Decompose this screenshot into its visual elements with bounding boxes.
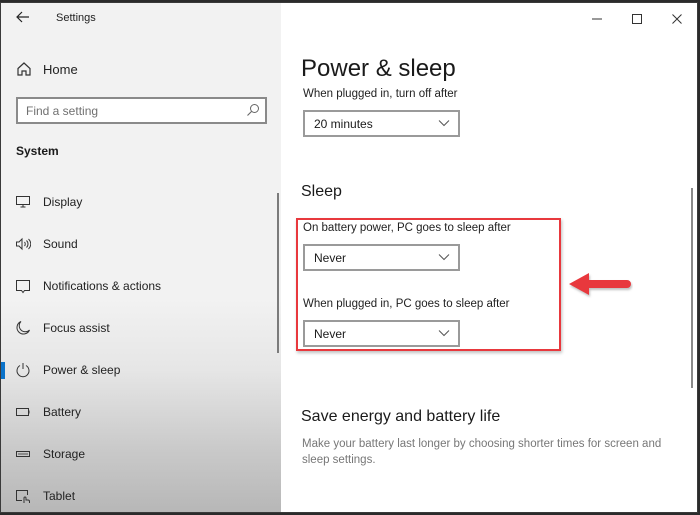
- tablet-icon: [16, 490, 30, 503]
- back-button[interactable]: [13, 9, 33, 29]
- sidebar-item-battery[interactable]: Battery: [1, 391, 281, 433]
- window-controls: [577, 3, 697, 35]
- sidebar-item-label: Notifications & actions: [43, 279, 162, 293]
- display-icon: [16, 196, 30, 208]
- home-label: Home: [43, 61, 78, 77]
- storage-icon: [16, 451, 30, 457]
- sidebar-item-label: Display: [43, 195, 83, 209]
- home-icon: [17, 62, 31, 76]
- sidebar: Settings Home System Display Sound Notif…: [1, 3, 281, 512]
- sidebar-item-storage[interactable]: Storage: [1, 433, 281, 475]
- screen-plugged-label: When plugged in, turn off after: [303, 88, 458, 100]
- save-energy-description: Make your battery last longer by choosin…: [302, 438, 662, 466]
- maximize-button[interactable]: [617, 3, 657, 35]
- sidebar-item-display[interactable]: Display: [1, 181, 281, 223]
- sidebar-item-tablet[interactable]: Tablet: [1, 475, 281, 512]
- power-icon: [16, 363, 30, 378]
- sidebar-item-label: Focus assist: [43, 321, 110, 335]
- annotation-arrow-icon: [569, 273, 631, 295]
- home-nav-item[interactable]: Home: [15, 60, 78, 78]
- sidebar-item-notifications[interactable]: Notifications & actions: [1, 265, 281, 307]
- sidebar-item-label: Sound: [43, 237, 78, 251]
- annotation-highlight-box: [296, 218, 561, 351]
- chevron-down-icon: [438, 120, 450, 127]
- sidebar-item-sound[interactable]: Sound: [1, 223, 281, 265]
- sidebar-item-label: Storage: [43, 447, 86, 461]
- battery-icon: [16, 408, 30, 416]
- minimize-button[interactable]: [577, 3, 617, 35]
- sidebar-item-focus-assist[interactable]: Focus assist: [1, 307, 281, 349]
- moon-icon: [16, 321, 30, 335]
- sidebar-item-label: Tablet: [43, 489, 76, 503]
- sidebar-nav: Display Sound Notifications & actions Fo…: [1, 181, 281, 512]
- title-bar: Settings: [1, 3, 281, 35]
- minimize-icon: [592, 18, 602, 20]
- screen-plugged-dropdown[interactable]: 20 minutes: [303, 110, 460, 137]
- sidebar-scrollbar[interactable]: [277, 193, 279, 353]
- back-arrow-icon: [16, 11, 29, 23]
- sidebar-item-label: Power & sleep: [43, 363, 121, 377]
- app-title: Settings: [56, 12, 96, 24]
- sleep-heading: Sleep: [301, 183, 342, 200]
- sidebar-item-power-sleep[interactable]: Power & sleep: [1, 349, 281, 391]
- section-label-system: System: [16, 144, 59, 158]
- close-button[interactable]: [657, 3, 697, 35]
- save-energy-heading: Save energy and battery life: [301, 408, 501, 425]
- search-icon[interactable]: [246, 103, 260, 117]
- sound-icon: [16, 237, 31, 251]
- sidebar-item-label: Battery: [43, 405, 82, 419]
- search-box[interactable]: [16, 97, 267, 124]
- settings-window: Settings Home System Display Sound Notif…: [0, 2, 698, 513]
- notifications-icon: [16, 280, 30, 294]
- maximize-icon: [632, 14, 642, 24]
- main-scrollbar[interactable]: [691, 188, 693, 388]
- search-input[interactable]: [18, 99, 233, 122]
- close-icon: [672, 14, 682, 24]
- page-title: Power & sleep: [301, 55, 456, 82]
- dropdown-value: 20 minutes: [314, 116, 373, 131]
